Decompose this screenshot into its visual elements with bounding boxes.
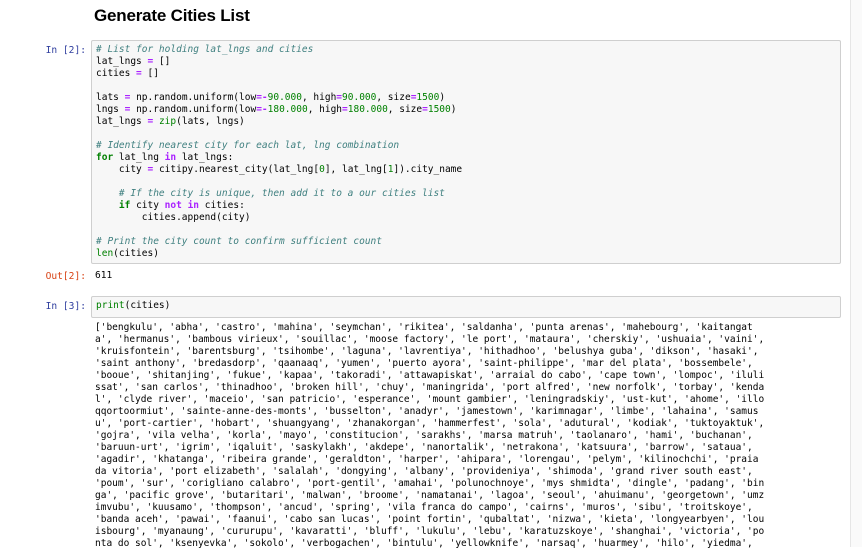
output-line: 'gojra', 'vila velha', 'korla', 'mayo', … xyxy=(95,430,753,441)
code-cell-3[interactable]: print(cities) xyxy=(91,296,841,318)
output-line: qqortoormiut', 'sainte-anne-des-monts', … xyxy=(95,406,759,417)
input-prompt-2: In [2]: xyxy=(45,45,86,56)
section-heading: Generate Cities List xyxy=(94,6,250,25)
output-line: 'baruun-urt', 'igrim', 'iqaluit', 'sasky… xyxy=(95,442,753,453)
output-line: 'banda aceh', 'pawai', 'faanui', 'cabo s… xyxy=(95,514,765,525)
output-line: 'saint anthony', 'bredasdorp', 'qaanaaq'… xyxy=(95,358,753,369)
output-line: ['bengkulu', 'abha', 'castro', 'mahina',… xyxy=(95,322,753,333)
output-result-2: 611 xyxy=(95,270,113,281)
output-line: u', 'port-cartier', 'hobart', 'shuangyan… xyxy=(95,418,765,429)
page-scrollbar[interactable] xyxy=(850,0,862,547)
input-prompt-3: In [3]: xyxy=(45,301,86,312)
output-line: ga', 'pacific grove', 'butaritari', 'mal… xyxy=(95,490,765,501)
output-line: 'agadir', 'khatanga', 'ribeira grande', … xyxy=(95,454,759,465)
output-line: 'kruisfontein', 'barentsburg', 'tsihombe… xyxy=(95,346,759,357)
output-line: l', 'clyde river', 'maceio', 'san patric… xyxy=(95,394,765,405)
output-line: 'booue', 'shitanjing', 'fukue', 'kapaa',… xyxy=(95,370,765,381)
output-line: 'poum', 'sur', 'corigliano calabro', 'po… xyxy=(95,478,765,489)
output-line: isbourg', 'myanaung', 'cururupu', 'kavar… xyxy=(95,526,765,537)
output-line: imvubu', 'kuusamo', 'thompson', 'ancud',… xyxy=(95,502,753,513)
output-line: ssat', 'san carlos', 'thinadhoo', 'broke… xyxy=(95,382,765,393)
code-editor-3[interactable]: print(cities) xyxy=(92,297,840,312)
output-line: a', 'hermanus', 'bambous virieux', 'soui… xyxy=(95,334,765,345)
output-line: da vitoria', 'port elizabeth', 'salalah'… xyxy=(95,466,753,477)
code-cell-2[interactable]: # List for holding lat_lngs and cities l… xyxy=(91,40,841,264)
output-stream-3: ['bengkulu', 'abha', 'castro', 'mahina',… xyxy=(95,322,764,550)
code-editor-2[interactable]: # List for holding lat_lngs and cities l… xyxy=(92,41,840,260)
output-line: nta do sol', 'ksenyevka', 'sokolo', 'ver… xyxy=(95,538,753,549)
output-prompt-2: Out[2]: xyxy=(45,271,86,282)
